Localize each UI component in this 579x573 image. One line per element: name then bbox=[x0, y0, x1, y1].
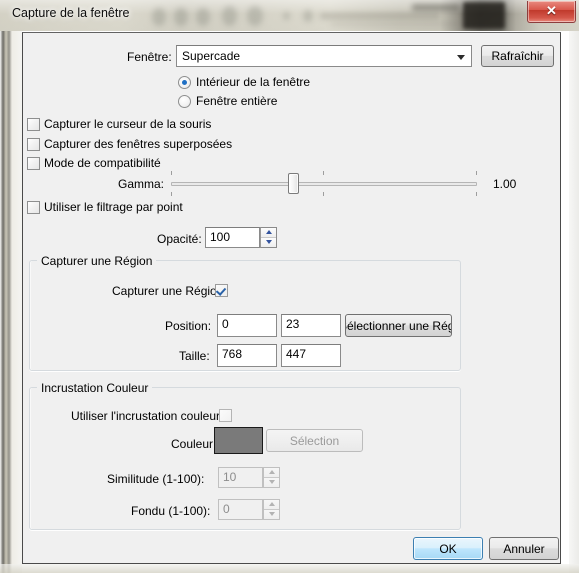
region-position-y-input[interactable]: 23 bbox=[281, 314, 341, 337]
similarity-stepper-up[interactable] bbox=[264, 468, 279, 478]
checkbox-capture-overlapping[interactable] bbox=[27, 138, 40, 151]
background-blur-blob bbox=[303, 10, 313, 22]
gamma-slider-thumb[interactable] bbox=[288, 173, 299, 194]
similarity-input[interactable]: 10 bbox=[218, 467, 263, 488]
region-size-height-input[interactable]: 447 bbox=[281, 344, 341, 367]
gamma-tick bbox=[323, 171, 324, 175]
region-size-label: Taille: bbox=[179, 349, 210, 363]
opacity-stepper-up[interactable] bbox=[261, 228, 276, 238]
close-button[interactable]: ✕ bbox=[527, 1, 576, 23]
background-blur-blob bbox=[247, 6, 263, 26]
checkbox-use-color-key-label: Utiliser l'incrustation couleur: bbox=[71, 409, 224, 423]
similarity-stepper-down[interactable] bbox=[264, 477, 279, 487]
background-blur-bar bbox=[412, 4, 460, 11]
gamma-tick bbox=[171, 192, 172, 196]
chevron-down-icon[interactable] bbox=[453, 46, 471, 66]
window-frame-left bbox=[0, 31, 22, 573]
similarity-stepper[interactable] bbox=[263, 467, 280, 488]
color-select-button[interactable]: Sélection bbox=[266, 429, 363, 452]
checkbox-compatibility-mode-label: Mode de compatibilité bbox=[44, 156, 161, 170]
checkbox-compatibility-mode[interactable] bbox=[27, 157, 40, 170]
ok-button[interactable]: OK bbox=[413, 537, 483, 560]
background-blur-blob bbox=[196, 8, 210, 26]
region-position-x-input[interactable]: 0 bbox=[217, 314, 277, 337]
window-select-combo[interactable]: Supercade bbox=[176, 45, 472, 67]
gamma-slider-track[interactable] bbox=[171, 182, 477, 186]
radio-inner-window-label: Intérieur de la fenêtre bbox=[196, 75, 311, 89]
gamma-tick bbox=[476, 192, 477, 196]
checkbox-capture-overlapping-label: Capturer des fenêtres superposées bbox=[44, 137, 233, 151]
checkbox-capture-region[interactable] bbox=[215, 284, 228, 297]
checkbox-capture-cursor-label: Capturer le curseur de la souris bbox=[44, 117, 212, 131]
fade-stepper-down[interactable] bbox=[264, 509, 279, 519]
opacity-stepper[interactable] bbox=[260, 227, 277, 248]
close-icon: ✕ bbox=[546, 3, 557, 18]
window-frame-right bbox=[569, 31, 579, 573]
fade-input[interactable]: 0 bbox=[218, 499, 263, 520]
checkbox-use-color-key[interactable] bbox=[219, 409, 232, 422]
region-size-width-input[interactable]: 768 bbox=[217, 344, 277, 367]
opacity-input[interactable]: 100 bbox=[205, 227, 260, 248]
fade-label: Fondu (1-100): bbox=[131, 504, 211, 518]
capture-window: Capture de la fenêtre ✕ Fenêtre: Superca… bbox=[0, 0, 579, 573]
title-bar: Capture de la fenêtre ✕ bbox=[0, 0, 579, 31]
radio-inner-window[interactable] bbox=[178, 76, 191, 89]
color-swatch[interactable] bbox=[214, 427, 263, 454]
similarity-label: Similitude (1-100): bbox=[107, 472, 205, 486]
radio-full-window-label: Fenêtre entière bbox=[196, 94, 278, 108]
select-region-button-label: Sélectionner une Région bbox=[345, 318, 451, 333]
window-frame-bottom bbox=[0, 564, 579, 573]
radio-full-window[interactable] bbox=[178, 95, 191, 108]
opacity-label: Opacité: bbox=[157, 232, 202, 246]
dialog-client-area: Fenêtre: Supercade Rafraîchir Intérieur … bbox=[22, 32, 561, 564]
region-position-label: Position: bbox=[165, 319, 212, 333]
checkbox-capture-region-label: Capturer une Région bbox=[112, 284, 224, 298]
cancel-button[interactable]: Annuler bbox=[489, 537, 559, 560]
select-region-button[interactable]: Sélectionner une Région bbox=[345, 314, 452, 337]
color-label: Couleur bbox=[171, 437, 214, 451]
gamma-value: 1.00 bbox=[493, 177, 517, 191]
window-title: Capture de la fenêtre bbox=[12, 6, 130, 20]
checkbox-point-filter-label: Utiliser le filtrage par point bbox=[44, 200, 183, 214]
background-blur-blob bbox=[174, 8, 188, 26]
gamma-label: Gamma: bbox=[118, 177, 165, 191]
gamma-tick bbox=[323, 192, 324, 196]
gamma-tick bbox=[171, 171, 172, 175]
background-blur-blob bbox=[222, 6, 237, 26]
window-select-value: Supercade bbox=[182, 49, 241, 63]
background-blur-blob bbox=[283, 12, 290, 20]
background-blur-blob bbox=[152, 8, 166, 26]
checkbox-point-filter[interactable] bbox=[27, 201, 40, 214]
color-key-group-title: Incrustation Couleur bbox=[37, 381, 153, 395]
window-select-label: Fenêtre: bbox=[127, 50, 172, 64]
checkbox-capture-cursor[interactable] bbox=[27, 118, 40, 131]
opacity-stepper-down[interactable] bbox=[261, 237, 276, 247]
fade-stepper[interactable] bbox=[263, 499, 280, 520]
background-blur-bar bbox=[320, 13, 440, 19]
refresh-button[interactable]: Rafraîchir bbox=[481, 45, 554, 67]
region-group-title: Capturer une Région bbox=[37, 254, 157, 268]
gamma-tick bbox=[476, 171, 477, 175]
background-blur-dark bbox=[463, 2, 505, 29]
fade-stepper-up[interactable] bbox=[264, 500, 279, 510]
